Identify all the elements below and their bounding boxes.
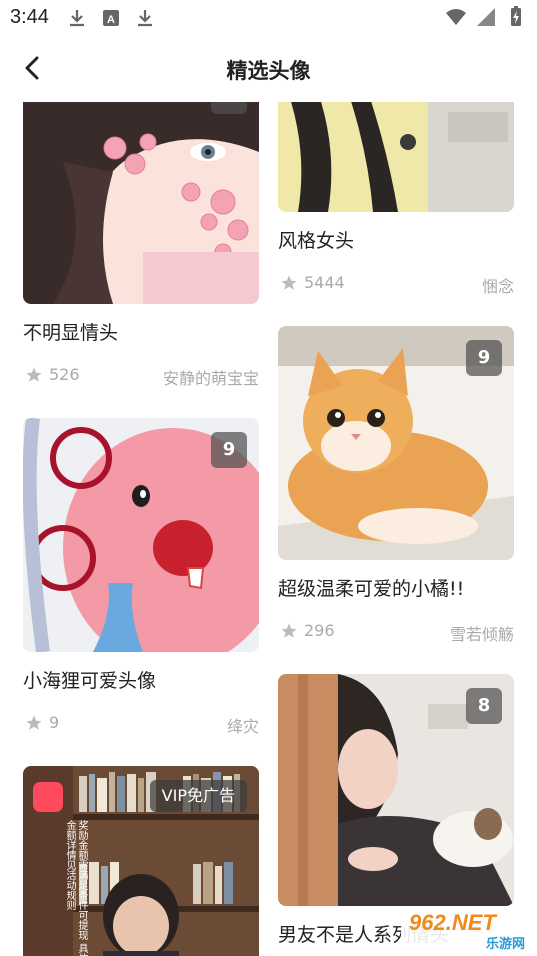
card-image[interactable]: 8 <box>23 102 259 304</box>
wifi-icon <box>446 9 466 25</box>
download-icon <box>70 10 84 27</box>
ad-card[interactable]: 奖励金额需满足条件可提现 具体金额详情见活动规则 VIP免广告 <box>23 766 259 956</box>
image-count-badge: 9 <box>466 340 502 376</box>
card-title[interactable]: 小海狸可爱头像 <box>23 666 259 693</box>
status-bar: 3:44 A <box>0 0 537 34</box>
ad-caption: 奖励金额需满足条件可提现 具体金额详情见活动规则 <box>64 820 87 956</box>
card-meta: 526 安静的萌宝宝 <box>23 365 259 389</box>
status-system-icons <box>445 6 527 28</box>
card-meta: 5444 悃念 <box>278 273 514 297</box>
star-icon[interactable] <box>25 714 43 732</box>
card-meta: 296 雪若倾觞 <box>278 621 514 645</box>
watermark-brand: 962.NET <box>409 910 496 935</box>
card-image-art <box>23 102 259 304</box>
vip-remove-ads-button[interactable]: VIP免广告 <box>149 780 247 812</box>
card-image[interactable]: 9 <box>278 326 514 560</box>
like-count: 296 <box>304 621 335 640</box>
status-notifications: A <box>66 7 156 29</box>
card-image-art <box>278 102 514 212</box>
star-icon[interactable] <box>280 622 298 640</box>
star-icon[interactable] <box>280 274 298 292</box>
page-title: 精选头像 <box>226 59 311 83</box>
card-image[interactable] <box>278 102 514 212</box>
feed-card[interactable]: 9 小海狸可爱头像 9 绛灾 <box>23 418 259 737</box>
like-count: 526 <box>49 365 80 384</box>
author-name[interactable]: 雪若倾觞 <box>450 621 514 645</box>
card-meta: 9 绛灾 <box>23 713 259 737</box>
feed-card[interactable]: 8 不明显情头 526 安静的萌宝宝 <box>23 102 259 389</box>
feed-card[interactable]: 8 男友不是人系列情头 <box>278 674 514 947</box>
card-image[interactable]: 9 <box>23 418 259 652</box>
font-a-icon: A <box>103 10 119 26</box>
like-count: 9 <box>49 713 60 732</box>
image-count-badge: 8 <box>466 688 502 724</box>
image-count-badge: 8 <box>211 102 247 114</box>
site-watermark-logo: 962.NET 乐游网 <box>401 908 533 954</box>
image-count-badge: 9 <box>211 432 247 468</box>
signal-icon <box>477 8 495 26</box>
card-title[interactable]: 不明显情头 <box>23 318 259 345</box>
ad-app-logo-icon <box>33 782 63 812</box>
author-name[interactable]: 绛灾 <box>227 713 259 737</box>
status-time: 3:44 <box>10 6 49 28</box>
svg-text:A: A <box>107 14 115 26</box>
nav-bar: 精选头像 <box>0 34 537 104</box>
feed-card[interactable]: 9 超级温柔可爱的小橘!! 296 雪若倾觞 <box>278 326 514 645</box>
avatar-feed[interactable]: 8 不明显情头 526 安静的萌宝宝 风格女头 5444 悃念 <box>0 102 537 956</box>
star-icon[interactable] <box>25 366 43 384</box>
feed-card[interactable]: 风格女头 5444 悃念 <box>278 102 514 297</box>
card-title[interactable]: 风格女头 <box>278 226 514 253</box>
author-name[interactable]: 悃念 <box>482 273 514 297</box>
author-name[interactable]: 安静的萌宝宝 <box>163 365 259 389</box>
card-image[interactable]: 8 <box>278 674 514 906</box>
card-title[interactable]: 超级温柔可爱的小橘!! <box>278 574 514 601</box>
like-count: 5444 <box>304 273 345 292</box>
ad-image[interactable]: 奖励金额需满足条件可提现 具体金额详情见活动规则 VIP免广告 <box>23 766 259 956</box>
watermark-site-name: 乐游网 <box>485 937 525 952</box>
download-icon <box>138 10 152 27</box>
battery-charging-icon <box>511 6 521 26</box>
